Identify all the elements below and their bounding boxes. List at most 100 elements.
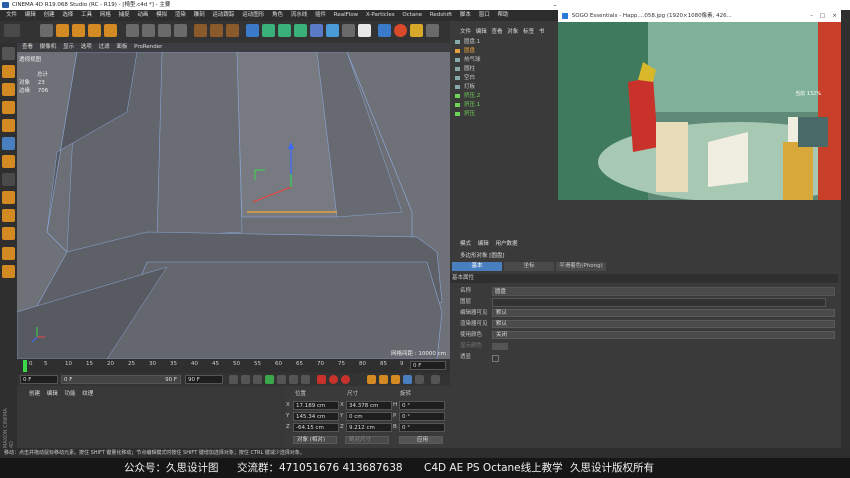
current-frame-field[interactable]: 0 F (20, 375, 58, 384)
python-icon[interactable] (378, 24, 391, 37)
object-row[interactable]: 挤压 (450, 110, 558, 118)
menu-simulate[interactable]: 模拟 (156, 12, 167, 18)
psr-icon[interactable] (410, 24, 423, 37)
om-menu-objects[interactable]: 对象 (507, 29, 518, 35)
camera-icon[interactable] (342, 24, 355, 37)
menu-render[interactable]: 渲染 (175, 12, 186, 18)
apply-button[interactable]: 应用 (399, 436, 443, 444)
viewer-maximize-icon[interactable]: □ (820, 10, 825, 22)
menu-x-particles[interactable]: X-Particles (366, 12, 395, 18)
polygon-mode-icon[interactable] (2, 155, 15, 168)
object-row[interactable]: 挤压.1 (450, 101, 558, 109)
menu-octane[interactable]: Octane (402, 12, 422, 18)
autokey-icon[interactable] (329, 375, 338, 384)
render-view-icon[interactable] (194, 24, 207, 37)
menu-file[interactable]: 文件 (6, 12, 17, 18)
menu-help[interactable]: 帮助 (497, 12, 508, 18)
viewport-menu-cameras[interactable]: 摄像机 (40, 44, 57, 50)
x-axis-icon[interactable] (126, 24, 139, 37)
light-icon[interactable] (358, 24, 371, 37)
material-menu-function[interactable]: 功能 (65, 391, 76, 397)
object-row-selected[interactable]: 圆盘 (450, 47, 558, 55)
rotation-b-field[interactable]: 0 ° (399, 423, 445, 432)
key-position-icon[interactable] (367, 375, 376, 384)
viewer-close-icon[interactable]: × (832, 10, 837, 22)
attr-menu-edit[interactable]: 编辑 (478, 241, 489, 247)
key-scale-icon[interactable] (379, 375, 388, 384)
goto-end-icon[interactable] (301, 375, 310, 384)
keyframe-selection-icon[interactable] (341, 375, 350, 384)
material-menu-edit[interactable]: 编辑 (47, 391, 58, 397)
prev-frame-icon[interactable] (253, 375, 262, 384)
move-icon[interactable] (56, 24, 69, 37)
editor-visible-select[interactable]: 默认 (492, 309, 835, 317)
key-param-icon[interactable] (403, 375, 412, 384)
workplane-icon[interactable] (2, 101, 15, 114)
select-icon[interactable] (40, 24, 53, 37)
xray-checkbox[interactable] (492, 355, 499, 362)
magnet-icon[interactable] (2, 227, 15, 240)
size-y-field[interactable]: 0 cm (346, 412, 392, 421)
layer-input[interactable] (492, 298, 826, 307)
render-picture-icon[interactable] (210, 24, 223, 37)
menu-window[interactable]: 窗口 (479, 12, 490, 18)
timeline-settings-icon[interactable] (431, 375, 440, 384)
om-menu-bookmarks[interactable]: 书 (539, 29, 545, 35)
z-axis-icon[interactable] (158, 24, 171, 37)
playhead[interactable] (23, 360, 27, 372)
next-key-icon[interactable] (289, 375, 298, 384)
name-input[interactable]: 圆盘 (492, 287, 835, 296)
record-icon[interactable] (317, 375, 326, 384)
floor-icon[interactable] (326, 24, 339, 37)
rotate-icon[interactable] (88, 24, 101, 37)
object-row[interactable]: 热气球 (450, 56, 558, 64)
texture-mode-icon[interactable] (2, 83, 15, 96)
goto-start-icon[interactable] (229, 375, 238, 384)
object-row[interactable]: 圆盘.1 (450, 38, 558, 46)
undo-icon[interactable] (4, 24, 20, 37)
layout-icon[interactable] (426, 24, 439, 37)
position-y-field[interactable]: 145.34 cm (293, 412, 339, 421)
menu-create[interactable]: 创建 (44, 12, 55, 18)
timeline[interactable]: 0 5 10 15 20 25 30 35 40 45 50 55 60 65 … (17, 359, 450, 373)
render-visible-select[interactable]: 默认 (492, 320, 835, 328)
y-axis-icon[interactable] (142, 24, 155, 37)
menu-sculpt[interactable]: 雕刻 (194, 12, 205, 18)
viewport-menu-panel[interactable]: 面板 (116, 44, 127, 50)
edge-mode-icon[interactable] (2, 137, 15, 150)
timeline-end-field[interactable]: 0 F (410, 361, 446, 370)
lock-workplane-icon[interactable] (2, 247, 15, 260)
subdivision-icon[interactable] (278, 24, 291, 37)
spline-icon[interactable] (262, 24, 275, 37)
menu-motion-tracking[interactable]: 运动跟踪 (212, 12, 234, 18)
play-icon[interactable] (265, 375, 274, 384)
om-menu-file[interactable]: 文件 (460, 29, 471, 35)
viewport-menu-options[interactable]: 选项 (81, 44, 92, 50)
menu-script[interactable]: 脚本 (460, 12, 471, 18)
key-rotation-icon[interactable] (391, 375, 400, 384)
next-frame-icon[interactable] (277, 375, 286, 384)
menu-realflow[interactable]: RealFlow (334, 12, 358, 18)
tab-basic[interactable]: 基本 (452, 262, 502, 271)
coord-system-icon[interactable] (174, 24, 187, 37)
end-frame-field[interactable]: 90 F (185, 375, 223, 384)
rotation-h-field[interactable]: 0 ° (399, 401, 445, 410)
tweak-icon[interactable] (2, 209, 15, 222)
tab-coord[interactable]: 坐标 (504, 262, 554, 271)
size-mode-select[interactable]: 绝对尺寸 (345, 436, 389, 444)
menu-character[interactable]: 角色 (272, 12, 283, 18)
xpresso-icon[interactable] (394, 24, 407, 37)
size-x-field[interactable]: 34.378 cm (346, 401, 392, 410)
scale-icon[interactable] (72, 24, 85, 37)
tab-phong[interactable]: 平滑着色(Phong) (556, 262, 606, 271)
viewport-menu-filter[interactable]: 过滤 (99, 44, 110, 50)
image-viewer-window[interactable]: SOGO Essentials - Happ....058.jpg (1920×… (558, 10, 841, 200)
attr-menu-userdata[interactable]: 用户数据 (496, 241, 518, 247)
cube-icon[interactable] (246, 24, 259, 37)
menu-snap[interactable]: 捕捉 (119, 12, 130, 18)
object-row[interactable]: 挤压.2 (450, 92, 558, 100)
object-row[interactable]: 圆柱 (450, 65, 558, 73)
point-mode-icon[interactable] (2, 119, 15, 132)
viewport[interactable]: 查看 摄像机 显示 选项 过滤 面板 ProRender 透视视图 总计 对象 … (17, 43, 450, 359)
grid-icon[interactable] (2, 265, 15, 278)
